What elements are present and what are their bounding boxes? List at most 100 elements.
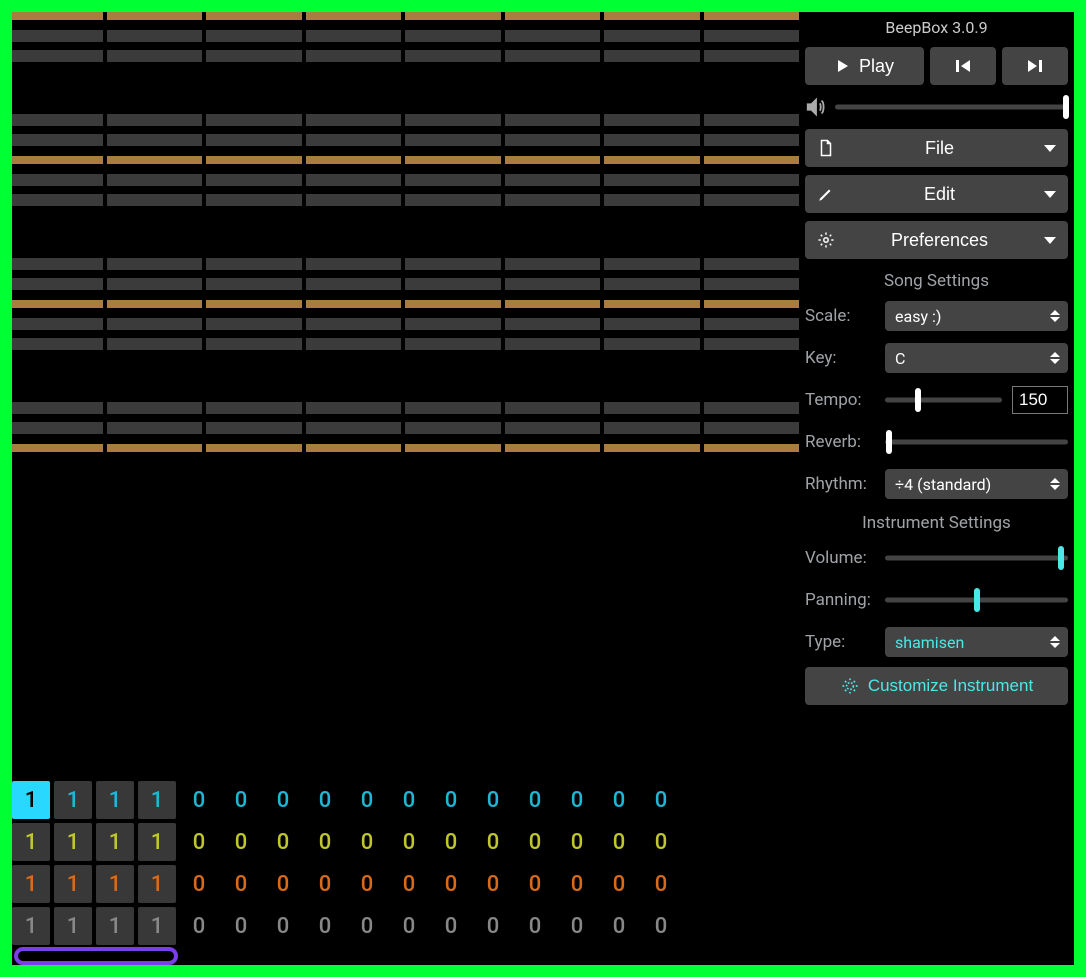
pattern-cell[interactable] bbox=[12, 114, 103, 126]
pattern-cell[interactable] bbox=[604, 402, 699, 414]
pattern-cell[interactable] bbox=[405, 422, 500, 434]
pattern-cell[interactable] bbox=[704, 114, 799, 126]
pattern-cell[interactable] bbox=[405, 300, 500, 308]
pattern-cell[interactable] bbox=[704, 194, 799, 206]
pattern-cell[interactable] bbox=[206, 338, 301, 350]
track-cell[interactable]: 0 bbox=[348, 823, 386, 861]
pattern-row[interactable] bbox=[12, 258, 799, 270]
track-cell[interactable]: 0 bbox=[474, 907, 512, 945]
track-cell[interactable]: 0 bbox=[474, 865, 512, 903]
pattern-cell[interactable] bbox=[306, 30, 401, 42]
track-cell[interactable]: 1 bbox=[96, 865, 134, 903]
preferences-menu[interactable]: Preferences bbox=[805, 221, 1068, 259]
pattern-cell[interactable] bbox=[604, 338, 699, 350]
pattern-cell[interactable] bbox=[206, 300, 301, 308]
track-cell[interactable]: 0 bbox=[516, 823, 554, 861]
pattern-row[interactable] bbox=[12, 278, 799, 290]
pattern-row[interactable] bbox=[12, 30, 799, 42]
pattern-cell[interactable] bbox=[107, 278, 202, 290]
pattern-cell[interactable] bbox=[107, 338, 202, 350]
track-cell[interactable]: 0 bbox=[432, 823, 470, 861]
prev-button[interactable] bbox=[930, 47, 996, 85]
panning-slider[interactable] bbox=[885, 588, 1068, 612]
pattern-row[interactable] bbox=[12, 194, 799, 206]
pattern-cell[interactable] bbox=[505, 134, 600, 146]
pattern-cell[interactable] bbox=[107, 402, 202, 414]
pattern-cell[interactable] bbox=[306, 300, 401, 308]
track-cell[interactable]: 0 bbox=[348, 781, 386, 819]
pattern-cell[interactable] bbox=[12, 156, 103, 164]
pattern-cell[interactable] bbox=[604, 300, 699, 308]
pattern-cell[interactable] bbox=[306, 12, 401, 20]
pattern-cell[interactable] bbox=[505, 12, 600, 20]
track-cell[interactable]: 0 bbox=[222, 781, 260, 819]
pattern-cell[interactable] bbox=[12, 338, 103, 350]
pattern-cell[interactable] bbox=[12, 278, 103, 290]
pattern-cell[interactable] bbox=[306, 444, 401, 452]
track-cell[interactable]: 0 bbox=[642, 907, 680, 945]
track-cell[interactable]: 1 bbox=[54, 865, 92, 903]
pattern-cell[interactable] bbox=[704, 258, 799, 270]
pattern-cell[interactable] bbox=[206, 318, 301, 330]
pattern-cell[interactable] bbox=[505, 156, 600, 164]
scale-select[interactable]: easy :) bbox=[885, 301, 1068, 331]
pattern-cell[interactable] bbox=[12, 318, 103, 330]
track-cell[interactable]: 0 bbox=[474, 823, 512, 861]
track-cell[interactable]: 0 bbox=[348, 865, 386, 903]
pattern-cell[interactable] bbox=[206, 174, 301, 186]
key-select[interactable]: C bbox=[885, 343, 1068, 373]
pattern-cell[interactable] bbox=[405, 444, 500, 452]
pattern-cell[interactable] bbox=[12, 194, 103, 206]
pattern-cell[interactable] bbox=[12, 174, 103, 186]
track-cell[interactable]: 0 bbox=[558, 823, 596, 861]
pattern-cell[interactable] bbox=[12, 444, 103, 452]
pattern-cell[interactable] bbox=[107, 156, 202, 164]
file-menu[interactable]: File bbox=[805, 129, 1068, 167]
pattern-cell[interactable] bbox=[604, 444, 699, 452]
pattern-cell[interactable] bbox=[704, 30, 799, 42]
pattern-cell[interactable] bbox=[306, 258, 401, 270]
pattern-cell[interactable] bbox=[604, 12, 699, 20]
pattern-cell[interactable] bbox=[306, 134, 401, 146]
pattern-cell[interactable] bbox=[604, 114, 699, 126]
pattern-row[interactable] bbox=[12, 50, 799, 62]
pattern-cell[interactable] bbox=[206, 194, 301, 206]
customize-instrument-button[interactable]: Customize Instrument bbox=[805, 667, 1068, 705]
pattern-cell[interactable] bbox=[505, 402, 600, 414]
reverb-slider[interactable] bbox=[885, 430, 1068, 454]
pattern-cell[interactable] bbox=[405, 50, 500, 62]
pattern-cell[interactable] bbox=[12, 12, 103, 20]
pattern-row[interactable] bbox=[12, 12, 799, 20]
pattern-cell[interactable] bbox=[405, 278, 500, 290]
pattern-cell[interactable] bbox=[405, 156, 500, 164]
pattern-cell[interactable] bbox=[306, 278, 401, 290]
tempo-input[interactable] bbox=[1012, 386, 1068, 414]
next-button[interactable] bbox=[1002, 47, 1068, 85]
track-cell[interactable]: 0 bbox=[558, 907, 596, 945]
pattern-cell[interactable] bbox=[704, 174, 799, 186]
pattern-cell[interactable] bbox=[505, 194, 600, 206]
pattern-cell[interactable] bbox=[306, 50, 401, 62]
pattern-cell[interactable] bbox=[306, 156, 401, 164]
pattern-cell[interactable] bbox=[604, 318, 699, 330]
pattern-cell[interactable] bbox=[704, 444, 799, 452]
pattern-cell[interactable] bbox=[12, 50, 103, 62]
track-cell[interactable]: 0 bbox=[642, 865, 680, 903]
pattern-cell[interactable] bbox=[704, 50, 799, 62]
track-cell[interactable]: 0 bbox=[432, 907, 470, 945]
pattern-cell[interactable] bbox=[505, 50, 600, 62]
track-cell[interactable]: 0 bbox=[642, 823, 680, 861]
track-cell[interactable]: 0 bbox=[180, 907, 218, 945]
pattern-cell[interactable] bbox=[12, 134, 103, 146]
pattern-cell[interactable] bbox=[405, 114, 500, 126]
track-cell[interactable]: 0 bbox=[516, 781, 554, 819]
pattern-cell[interactable] bbox=[604, 278, 699, 290]
track-cell[interactable]: 0 bbox=[180, 781, 218, 819]
pattern-cell[interactable] bbox=[704, 134, 799, 146]
pattern-cell[interactable] bbox=[206, 402, 301, 414]
pattern-cell[interactable] bbox=[405, 194, 500, 206]
pattern-cell[interactable] bbox=[704, 338, 799, 350]
track-cell[interactable]: 0 bbox=[432, 781, 470, 819]
pattern-cell[interactable] bbox=[107, 12, 202, 20]
track-cell[interactable]: 0 bbox=[390, 823, 428, 861]
